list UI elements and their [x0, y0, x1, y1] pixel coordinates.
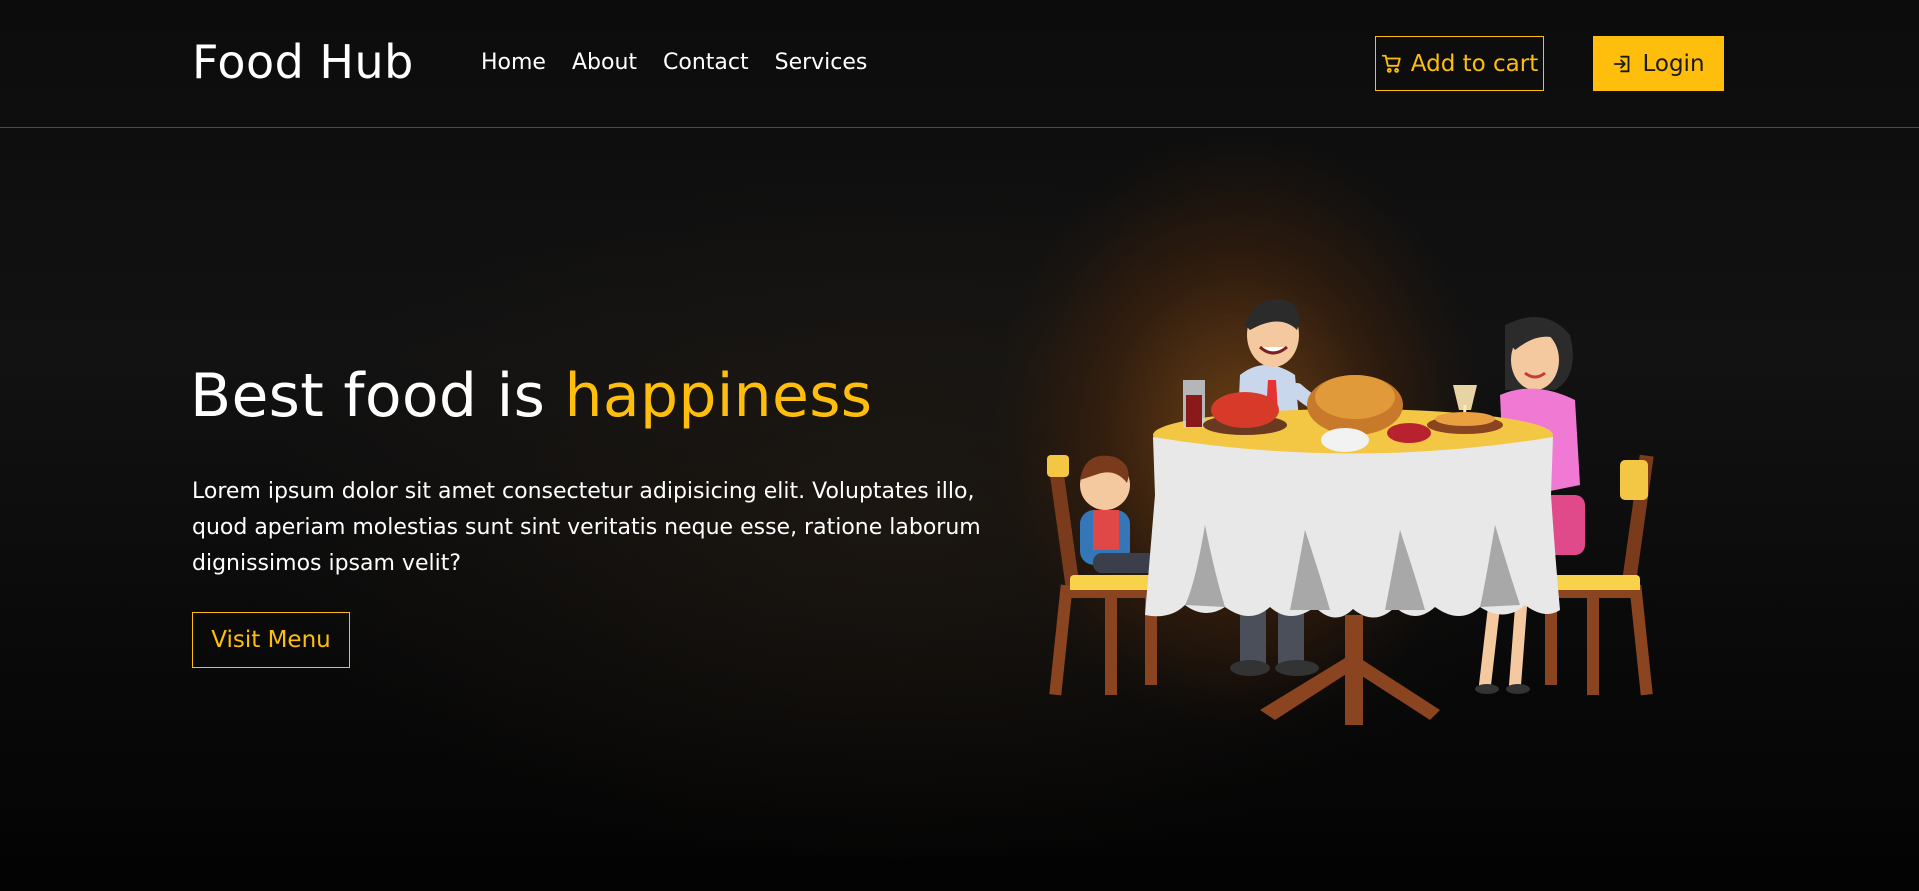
page: Food Hub Home About Contact Services Add… [0, 0, 1919, 891]
nav-item-contact[interactable]: Contact [663, 46, 749, 80]
hero-title-plain: Best food is [190, 361, 565, 431]
hero-title-accent: happiness [564, 361, 873, 431]
hero-title: Best food is happiness [190, 360, 872, 432]
add-to-cart-label: Add to cart [1410, 50, 1539, 77]
login-icon [1612, 53, 1634, 75]
brand-logo[interactable]: Food Hub [192, 32, 414, 92]
nav-item-home[interactable]: Home [481, 46, 546, 80]
add-to-cart-button[interactable]: Add to cart [1375, 36, 1544, 91]
login-button[interactable]: Login [1593, 36, 1724, 91]
visit-menu-button[interactable]: Visit Menu [192, 612, 350, 668]
hero-description: Lorem ipsum dolor sit amet consectetur a… [192, 479, 981, 576]
site-header: Food Hub Home About Contact Services Add… [0, 0, 1919, 128]
bottom-strip [0, 858, 1919, 891]
dining-table [1145, 409, 1560, 725]
main-nav: Home About Contact Services [481, 46, 867, 80]
nav-item-about[interactable]: About [572, 46, 637, 80]
nav-item-services[interactable]: Services [775, 46, 868, 80]
cart-icon [1381, 53, 1403, 75]
family-dinner-illustration [1047, 299, 1654, 725]
login-label: Login [1642, 50, 1705, 77]
